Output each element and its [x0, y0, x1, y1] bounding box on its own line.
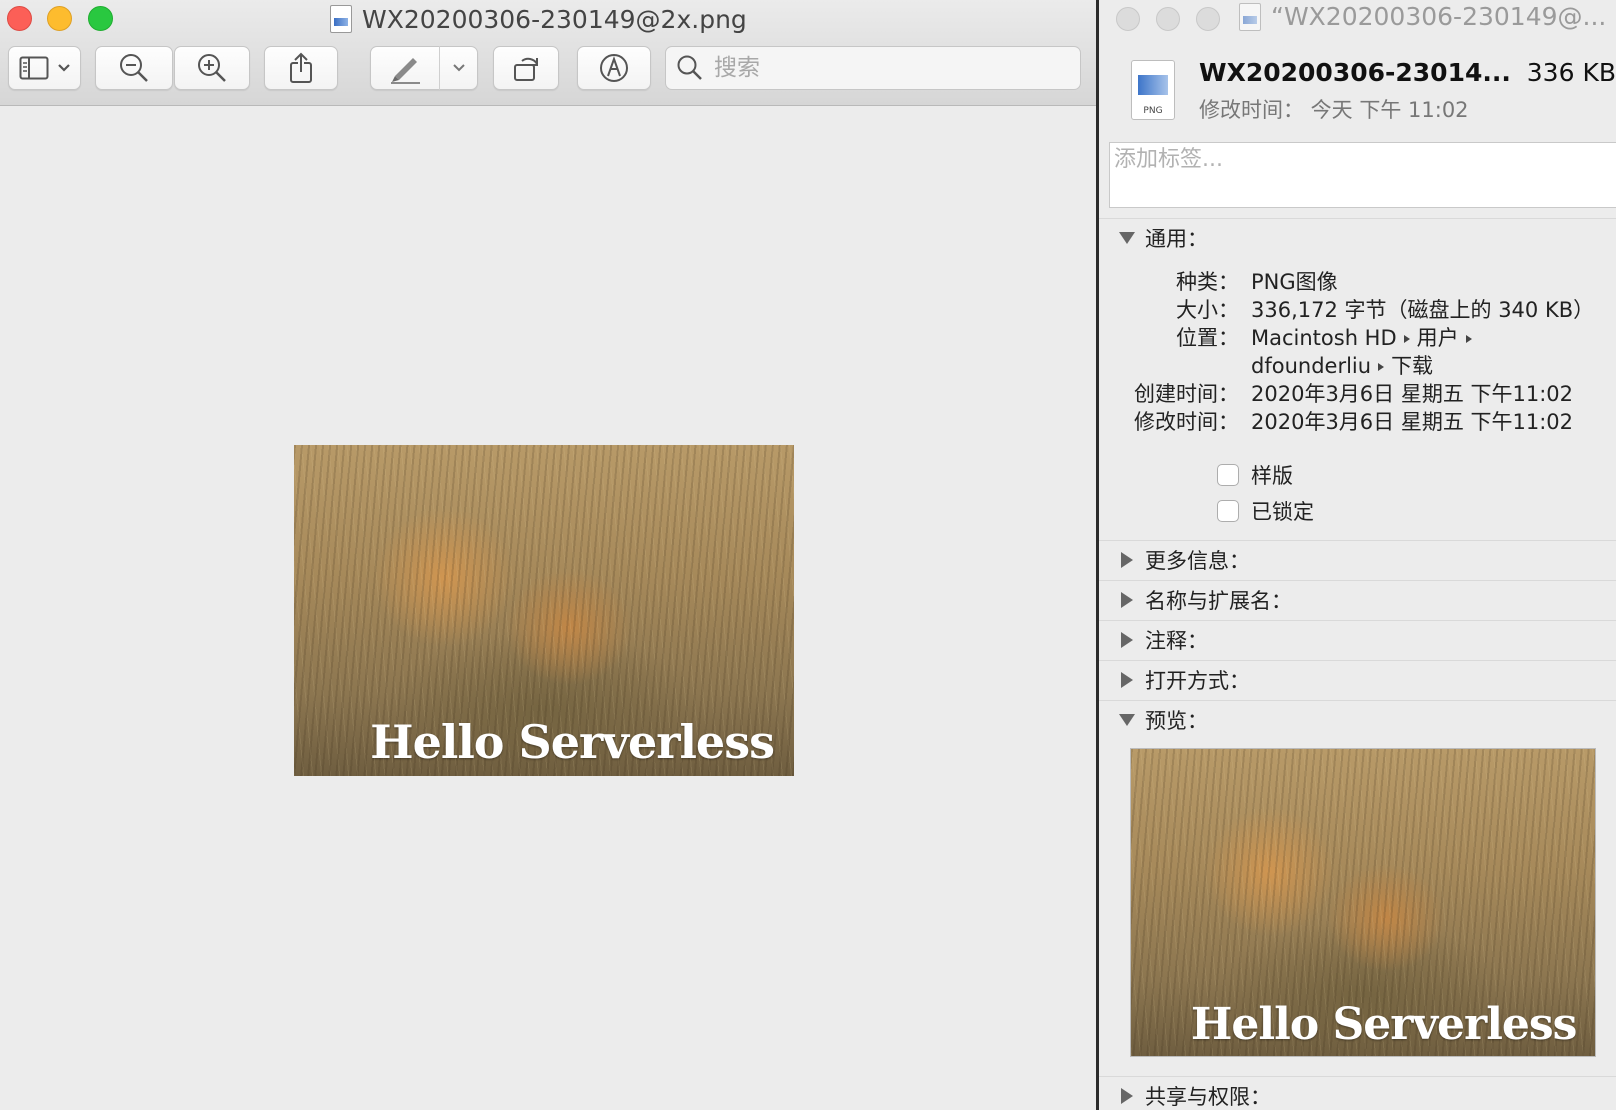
- kind-value: PNG图像: [1251, 270, 1338, 294]
- modified-row: 修改时间： 2020年3月6日 星期五 下午11:02: [1099, 406, 1616, 436]
- zoom-button[interactable]: [88, 6, 113, 31]
- path-segment: 下载: [1391, 354, 1434, 378]
- path-segment: 用户: [1416, 326, 1459, 350]
- section-general[interactable]: 通用：: [1099, 218, 1616, 256]
- created-value: 2020年3月6日 星期五 下午11:02: [1251, 382, 1574, 406]
- zoom-in-button[interactable]: [174, 46, 250, 90]
- size-label: 大小：: [1176, 298, 1239, 322]
- sidebar-toggle-button[interactable]: [8, 46, 81, 90]
- image-canvas[interactable]: Hello Serverless: [0, 107, 1096, 1110]
- share-icon: [290, 52, 312, 83]
- document-icon: [1239, 2, 1261, 31]
- section-more-info-label: 更多信息：: [1145, 548, 1250, 573]
- section-comments[interactable]: 注释：: [1099, 620, 1616, 658]
- chevron-down-icon: [452, 64, 465, 72]
- stationery-checkbox[interactable]: [1217, 464, 1239, 486]
- modified-value: 2020年3月6日 星期五 下午11:02: [1251, 410, 1574, 434]
- thumbnail-caption-text: Hello Serverless: [1190, 998, 1578, 1050]
- zoom-out-icon: [120, 54, 148, 82]
- window-title: WX20200306-230149@2x.png: [330, 2, 747, 36]
- search-field[interactable]: [665, 46, 1081, 90]
- path-segment: Macintosh HD: [1251, 326, 1397, 350]
- disclosure-right-icon[interactable]: [1121, 551, 1133, 568]
- section-more-info[interactable]: 更多信息：: [1099, 540, 1616, 578]
- disclosure-right-icon[interactable]: [1121, 1087, 1133, 1104]
- path-separator-icon: [1378, 363, 1385, 371]
- section-sharing-label: 共享与权限：: [1145, 1084, 1271, 1109]
- locked-checkbox[interactable]: [1217, 500, 1239, 522]
- where-label: 位置：: [1176, 326, 1239, 350]
- where-value-cont: dfounderliu 下载: [1251, 350, 1433, 380]
- path-separator-icon: [1403, 335, 1410, 343]
- image-caption-text: Hello Serverless: [370, 715, 775, 770]
- disclosure-down-icon[interactable]: [1119, 713, 1135, 726]
- share-button[interactable]: [264, 46, 338, 90]
- section-open-with[interactable]: 打开方式：: [1099, 660, 1616, 698]
- size-row: 大小： 336,172 字节（磁盘上的 340 KB）: [1099, 294, 1616, 324]
- tags-field[interactable]: [1109, 142, 1616, 208]
- zoom-in-icon: [198, 54, 226, 82]
- minimize-button[interactable]: [1156, 7, 1180, 31]
- preview-window: WX20200306-230149@2x.png 搜索 Hello Server…: [0, 0, 1096, 1110]
- section-comments-label: 注释：: [1145, 628, 1208, 653]
- file-header: PNG WX20200306-23014... 336 KB 修改时间： 今天 …: [1099, 52, 1616, 132]
- section-open-with-label: 打开方式：: [1145, 668, 1250, 693]
- document-icon: [330, 5, 352, 33]
- rotate-button[interactable]: [493, 46, 559, 90]
- chevron-down-icon: [57, 64, 70, 72]
- locked-label: 已锁定: [1251, 500, 1314, 524]
- close-button[interactable]: [1116, 7, 1140, 31]
- disclosure-right-icon[interactable]: [1121, 671, 1133, 688]
- disclosure-right-icon[interactable]: [1121, 591, 1133, 608]
- section-general-label: 通用：: [1145, 226, 1208, 251]
- annotate-button[interactable]: [577, 46, 651, 90]
- minimize-button[interactable]: [47, 6, 72, 31]
- disclosure-right-icon[interactable]: [1121, 631, 1133, 648]
- window-title-text: WX20200306-230149@2x.png: [362, 4, 747, 34]
- stationery-option[interactable]: 样版: [1217, 460, 1293, 490]
- kind-label: 种类：: [1176, 270, 1239, 294]
- created-label: 创建时间：: [1134, 382, 1239, 406]
- where-value: Macintosh HD 用户: [1251, 322, 1479, 352]
- zoom-out-button[interactable]: [95, 46, 173, 90]
- locked-option[interactable]: 已锁定: [1217, 496, 1314, 526]
- size-value: 336,172 字节（磁盘上的 340 KB）: [1251, 298, 1595, 322]
- tags-input[interactable]: [1110, 143, 1616, 176]
- info-window-title-text: “WX20200306-230149@...: [1271, 2, 1607, 31]
- sidebar-toggle-icon: [19, 56, 48, 80]
- markup-button[interactable]: [370, 46, 478, 90]
- file-name: WX20200306-23014...: [1199, 58, 1511, 87]
- file-modified-summary: 修改时间： 今天 下午 11:02: [1199, 98, 1469, 122]
- preview-thumbnail: Hello Serverless: [1130, 748, 1596, 1057]
- section-preview-label: 预览：: [1145, 708, 1208, 733]
- info-window-title: “WX20200306-230149@...: [1239, 2, 1606, 31]
- section-sharing[interactable]: 共享与权限：: [1099, 1076, 1616, 1110]
- search-icon: [677, 55, 702, 80]
- file-type-badge: PNG: [1143, 106, 1163, 116]
- file-size: 336 KB: [1526, 58, 1616, 87]
- markup-pen-icon: [391, 58, 420, 84]
- search-input[interactable]: [714, 55, 1054, 81]
- where-row-cont: dfounderliu 下载: [1099, 350, 1616, 380]
- annotate-icon: [600, 54, 628, 82]
- disclosure-down-icon[interactable]: [1119, 231, 1135, 244]
- section-name-extension-label: 名称与扩展名：: [1145, 588, 1292, 613]
- created-row: 创建时间： 2020年3月6日 星期五 下午11:02: [1099, 378, 1616, 408]
- info-window: “WX20200306-230149@... PNG WX20200306-23…: [1096, 0, 1616, 1110]
- section-preview[interactable]: 预览：: [1099, 700, 1616, 738]
- stationery-label: 样版: [1251, 464, 1293, 488]
- section-name-extension[interactable]: 名称与扩展名：: [1099, 580, 1616, 618]
- close-button[interactable]: [7, 6, 32, 31]
- where-row: 位置： Macintosh HD 用户: [1099, 322, 1616, 352]
- png-file-icon: PNG: [1131, 60, 1175, 120]
- path-segment: dfounderliu: [1251, 354, 1372, 378]
- zoom-button[interactable]: [1196, 7, 1220, 31]
- info-title-bar[interactable]: “WX20200306-230149@...: [1099, 0, 1616, 38]
- kind-row: 种类： PNG图像: [1099, 266, 1616, 296]
- modified-label: 修改时间：: [1134, 410, 1239, 434]
- path-separator-icon: [1465, 335, 1472, 343]
- title-bar[interactable]: WX20200306-230149@2x.png: [0, 0, 1096, 106]
- rotate-icon: [514, 57, 538, 81]
- displayed-image[interactable]: Hello Serverless: [294, 445, 794, 776]
